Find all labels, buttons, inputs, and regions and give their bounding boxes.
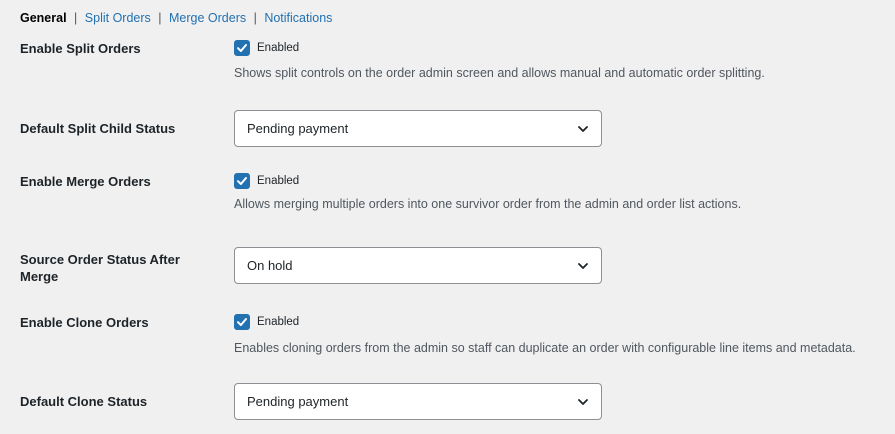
enable-split-orders-checkbox-row[interactable]: Enabled	[234, 40, 299, 56]
default-split-child-status-label: Default Split Child Status	[20, 121, 176, 136]
enable-split-orders-description: Shows split controls on the order admin …	[234, 66, 765, 80]
enable-merge-orders-description: Allows merging multiple orders into one …	[234, 197, 742, 211]
settings-subnav: General | Split Orders | Merge Orders | …	[20, 10, 332, 26]
subnav-link-merge-orders[interactable]: Merge Orders	[169, 11, 246, 25]
chevron-down-icon	[577, 396, 589, 408]
subnav-separator: |	[253, 11, 257, 25]
enable-merge-orders-checkbox[interactable]	[234, 173, 250, 189]
checkmark-icon	[237, 44, 247, 52]
subnav-separator: |	[74, 11, 78, 25]
chevron-down-icon	[577, 260, 589, 272]
source-order-status-after-merge-select[interactable]: On hold	[234, 247, 602, 284]
select-value: Pending payment	[247, 394, 349, 409]
checkmark-icon	[237, 318, 247, 326]
enable-clone-orders-checkbox-row[interactable]: Enabled	[234, 314, 299, 330]
enable-split-orders-checkbox[interactable]	[234, 40, 250, 56]
checkmark-icon	[237, 177, 247, 185]
enable-merge-orders-checkbox-row[interactable]: Enabled	[234, 173, 299, 189]
enable-clone-orders-checkbox[interactable]	[234, 314, 250, 330]
select-value: On hold	[247, 258, 293, 273]
select-value: Pending payment	[247, 121, 349, 136]
enable-merge-orders-label: Enable Merge Orders	[20, 174, 151, 189]
enable-merge-orders-checkbox-label[interactable]: Enabled	[257, 175, 299, 187]
enable-clone-orders-description: Enables cloning orders from the admin so…	[234, 341, 856, 355]
default-clone-status-select[interactable]: Pending payment	[234, 383, 602, 420]
default-split-child-status-select[interactable]: Pending payment	[234, 110, 602, 147]
enable-split-orders-label: Enable Split Orders	[20, 41, 141, 56]
subnav-link-notifications[interactable]: Notifications	[264, 11, 332, 25]
source-order-status-after-merge-label: Source Order Status After Merge	[20, 252, 180, 284]
enable-split-orders-checkbox-label[interactable]: Enabled	[257, 42, 299, 54]
enable-clone-orders-checkbox-label[interactable]: Enabled	[257, 316, 299, 328]
subnav-separator: |	[158, 11, 162, 25]
subnav-current-general[interactable]: General	[20, 11, 67, 25]
chevron-down-icon	[577, 123, 589, 135]
default-clone-status-label: Default Clone Status	[20, 394, 148, 409]
enable-clone-orders-label: Enable Clone Orders	[20, 315, 149, 330]
subnav-link-split-orders[interactable]: Split Orders	[85, 11, 151, 25]
